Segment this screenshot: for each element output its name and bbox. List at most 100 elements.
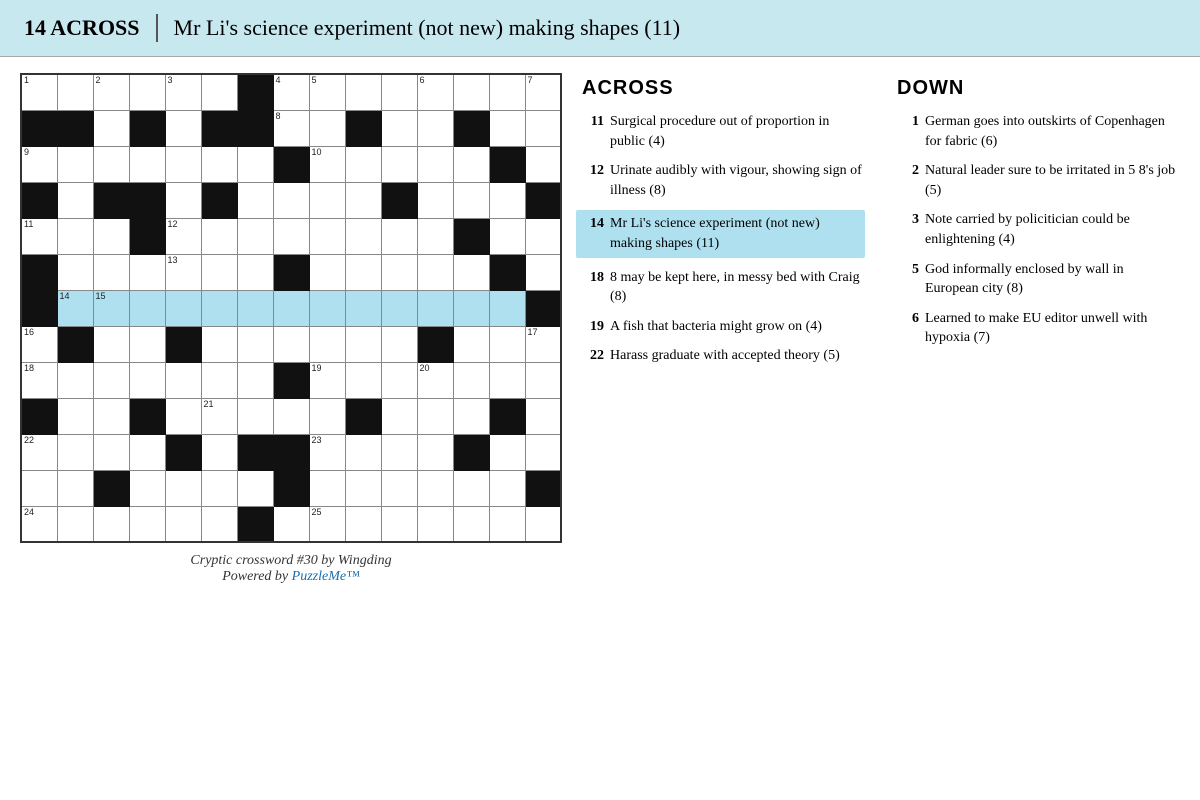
cell-r3c14 (489, 146, 525, 182)
cell-r1c15[interactable]: 7 (525, 74, 561, 110)
cell-r5c15 (525, 218, 561, 254)
cell-r5c13 (453, 218, 489, 254)
cell-r1c8[interactable]: 4 (273, 74, 309, 110)
clue-text: Harass graduate with accepted theory (5) (610, 346, 865, 366)
cell-r9c9[interactable]: 19 (309, 362, 345, 398)
cell-r1c4 (129, 74, 165, 110)
down-clue-1[interactable]: 1German goes into outskirts of Copenhage… (897, 112, 1180, 151)
cell-r5c6 (201, 218, 237, 254)
cell-r7c15 (525, 290, 561, 326)
cell-r5c1[interactable]: 11 (21, 218, 57, 254)
cell-r10c7 (237, 398, 273, 434)
cell-r7c10[interactable] (345, 290, 381, 326)
cell-r4c2 (57, 182, 93, 218)
cell-r7c3[interactable]: 15 (93, 290, 129, 326)
clue-number: 1 (897, 112, 919, 151)
cell-r10c4 (129, 398, 165, 434)
clue-text: Note carried by policitician could be en… (925, 210, 1180, 249)
cell-r7c5[interactable] (165, 290, 201, 326)
cell-r12c6 (201, 470, 237, 506)
cell-r6c9 (309, 254, 345, 290)
cell-r11c14 (489, 434, 525, 470)
cell-r4c5 (165, 182, 201, 218)
cell-r7c12[interactable] (417, 290, 453, 326)
clues-section: ACROSS 11Surgical procedure out of propo… (582, 73, 1180, 773)
cell-r1c12[interactable]: 6 (417, 74, 453, 110)
cell-r9c7 (237, 362, 273, 398)
across-clues-list: 11Surgical procedure out of proportion i… (582, 112, 865, 366)
clue-number: 12 (582, 161, 604, 200)
down-clues-list: 1German goes into outskirts of Copenhage… (897, 112, 1180, 348)
cell-r9c1[interactable]: 18 (21, 362, 57, 398)
across-clue-12[interactable]: 12Urinate audibly with vigour, showing s… (582, 161, 865, 200)
crossword-caption: Cryptic crossword #30 by Wingding Powere… (190, 553, 391, 585)
cell-r8c8 (273, 326, 309, 362)
down-clue-6[interactable]: 6Learned to make EU editor unwell with h… (897, 309, 1180, 348)
cell-r7c2[interactable]: 14 (57, 290, 93, 326)
cell-r4c14 (489, 182, 525, 218)
across-clue-11[interactable]: 11Surgical procedure out of proportion i… (582, 112, 865, 151)
caption-line2: Powered by PuzzleMe™ (190, 569, 391, 585)
cell-r9c6 (201, 362, 237, 398)
down-clue-2[interactable]: 2Natural leader sure to be irritated in … (897, 161, 1180, 200)
cell-r4c9 (309, 182, 345, 218)
cell-r8c3 (93, 326, 129, 362)
cell-r2c7 (237, 110, 273, 146)
cell-r9c13 (453, 362, 489, 398)
cell-r1c9[interactable]: 5 (309, 74, 345, 110)
cell-r10c11 (381, 398, 417, 434)
across-clue-19[interactable]: 19A fish that bacteria might grow on (4) (582, 317, 865, 337)
cell-r4c6 (201, 182, 237, 218)
cell-r4c15 (525, 182, 561, 218)
cell-r2c13 (453, 110, 489, 146)
cell-r8c1[interactable]: 16 (21, 326, 57, 362)
cell-r11c13 (453, 434, 489, 470)
cell-r5c8 (273, 218, 309, 254)
cell-r2c8[interactable]: 8 (273, 110, 309, 146)
puzzleme-link[interactable]: PuzzleMe™ (292, 569, 360, 584)
cell-r12c13 (453, 470, 489, 506)
clue-text: A fish that bacteria might grow on (4) (610, 317, 865, 337)
cell-r2c11 (381, 110, 417, 146)
cell-r10c6[interactable]: 21 (201, 398, 237, 434)
cell-r13c9[interactable]: 25 (309, 506, 345, 542)
cell-r8c15[interactable]: 17 (525, 326, 561, 362)
cell-r12c4 (129, 470, 165, 506)
cell-r5c5[interactable]: 12 (165, 218, 201, 254)
cell-r7c6[interactable] (201, 290, 237, 326)
cell-r6c5[interactable]: 13 (165, 254, 201, 290)
cell-r7c13[interactable] (453, 290, 489, 326)
clue-text: German goes into outskirts of Copenhagen… (925, 112, 1180, 151)
cell-r1c14 (489, 74, 525, 110)
cell-r8c14 (489, 326, 525, 362)
cell-r9c12[interactable]: 20 (417, 362, 453, 398)
cell-r11c1[interactable]: 22 (21, 434, 57, 470)
down-clue-5[interactable]: 5God informally enclosed by wall in Euro… (897, 260, 1180, 299)
cell-r3c9[interactable]: 10 (309, 146, 345, 182)
cell-r7c8[interactable] (273, 290, 309, 326)
cell-r7c7[interactable] (237, 290, 273, 326)
cell-r13c1[interactable]: 24 (21, 506, 57, 542)
cell-r7c4[interactable] (129, 290, 165, 326)
cell-r3c1[interactable]: 9 (21, 146, 57, 182)
clue-text: Natural leader sure to be irritated in 5… (925, 161, 1180, 200)
crossword-grid[interactable]: 1 2 3 4 5 6 7 (20, 73, 562, 543)
across-clue-18[interactable]: 188 may be kept here, in messy bed with … (582, 268, 865, 307)
cell-r11c5 (165, 434, 201, 470)
cell-r7c9[interactable] (309, 290, 345, 326)
cell-r13c13 (453, 506, 489, 542)
cell-r7c1 (21, 290, 57, 326)
cell-r13c7 (237, 506, 273, 542)
down-clue-3[interactable]: 3Note carried by policitician could be e… (897, 210, 1180, 249)
cell-r7c11[interactable] (381, 290, 417, 326)
cell-r1c3[interactable]: 2 (93, 74, 129, 110)
cell-r3c5 (165, 146, 201, 182)
cell-r7c14[interactable] (489, 290, 525, 326)
across-clue-22[interactable]: 22Harass graduate with accepted theory (… (582, 346, 865, 366)
cell-r1c5[interactable]: 3 (165, 74, 201, 110)
cell-r1c1[interactable]: 1 (21, 74, 57, 110)
cell-r11c9[interactable]: 23 (309, 434, 345, 470)
across-clue-14[interactable]: 14Mr Li's science experiment (not new) m… (576, 210, 865, 257)
cell-r10c12 (417, 398, 453, 434)
cell-r8c4 (129, 326, 165, 362)
